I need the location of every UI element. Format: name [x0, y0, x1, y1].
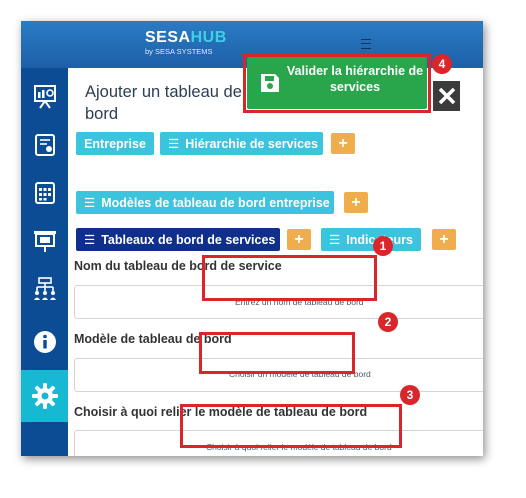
sidebar-item-calendar[interactable]	[21, 169, 68, 217]
info-icon	[33, 331, 56, 353]
logo: SESAHUB	[145, 29, 227, 46]
tab-indicateurs[interactable]: ☰Indicateurs	[321, 228, 421, 251]
close-icon	[438, 87, 455, 105]
annotation-badge-1: 1	[373, 236, 393, 256]
add-modele-button[interactable]: +	[344, 192, 368, 213]
tab-hierarchie[interactable]: ☰ Hiérarchie de services	[160, 132, 323, 155]
sidebar-item-certificate[interactable]	[21, 121, 68, 169]
annotation-badge-4: 4	[432, 54, 452, 74]
annotation-box-3	[180, 404, 402, 448]
add-hierarchie-button[interactable]: +	[331, 133, 355, 154]
sidebar	[21, 68, 68, 456]
annotation-box-4	[243, 54, 431, 113]
list-icon: ☰	[329, 233, 341, 247]
tab-entreprise[interactable]: Entreprise	[76, 132, 154, 155]
logo-subtitle: by SESA SYSTEMS	[145, 47, 213, 56]
sidebar-item-settings[interactable]	[21, 370, 68, 422]
list-icon: ☰	[168, 137, 180, 151]
gear-icon	[31, 383, 58, 409]
annotation-badge-2: 2	[378, 312, 398, 332]
sidebar-item-info[interactable]	[21, 318, 68, 366]
tab-modeles[interactable]: ☰ Modèles de tableau de bord entreprise	[76, 191, 334, 214]
list-icon: ☰	[84, 233, 96, 247]
projector-screen-icon	[33, 231, 56, 252]
close-button[interactable]	[433, 81, 460, 111]
presentation-chart-icon	[33, 85, 56, 109]
sidebar-item-hierarchy[interactable]	[21, 265, 68, 313]
add-tableau-button[interactable]: +	[287, 229, 311, 250]
certificate-icon	[34, 134, 55, 156]
annotation-badge-3: 3	[400, 385, 420, 405]
sidebar-item-presentation[interactable]	[21, 73, 68, 121]
annotation-box-2	[199, 332, 355, 374]
sidebar-item-screen[interactable]	[21, 217, 68, 265]
calendar-grid-icon	[34, 182, 55, 204]
annotation-box-1	[202, 255, 377, 301]
tab-tableaux-actif[interactable]: ☰ Tableaux de bord de services	[76, 228, 280, 251]
menu-icon[interactable]	[361, 39, 371, 49]
org-hierarchy-icon	[33, 277, 56, 300]
list-icon: ☰	[84, 196, 96, 210]
page-title: Ajouter un tableau de bord	[85, 83, 242, 123]
add-indicateur-button[interactable]: +	[432, 229, 456, 250]
